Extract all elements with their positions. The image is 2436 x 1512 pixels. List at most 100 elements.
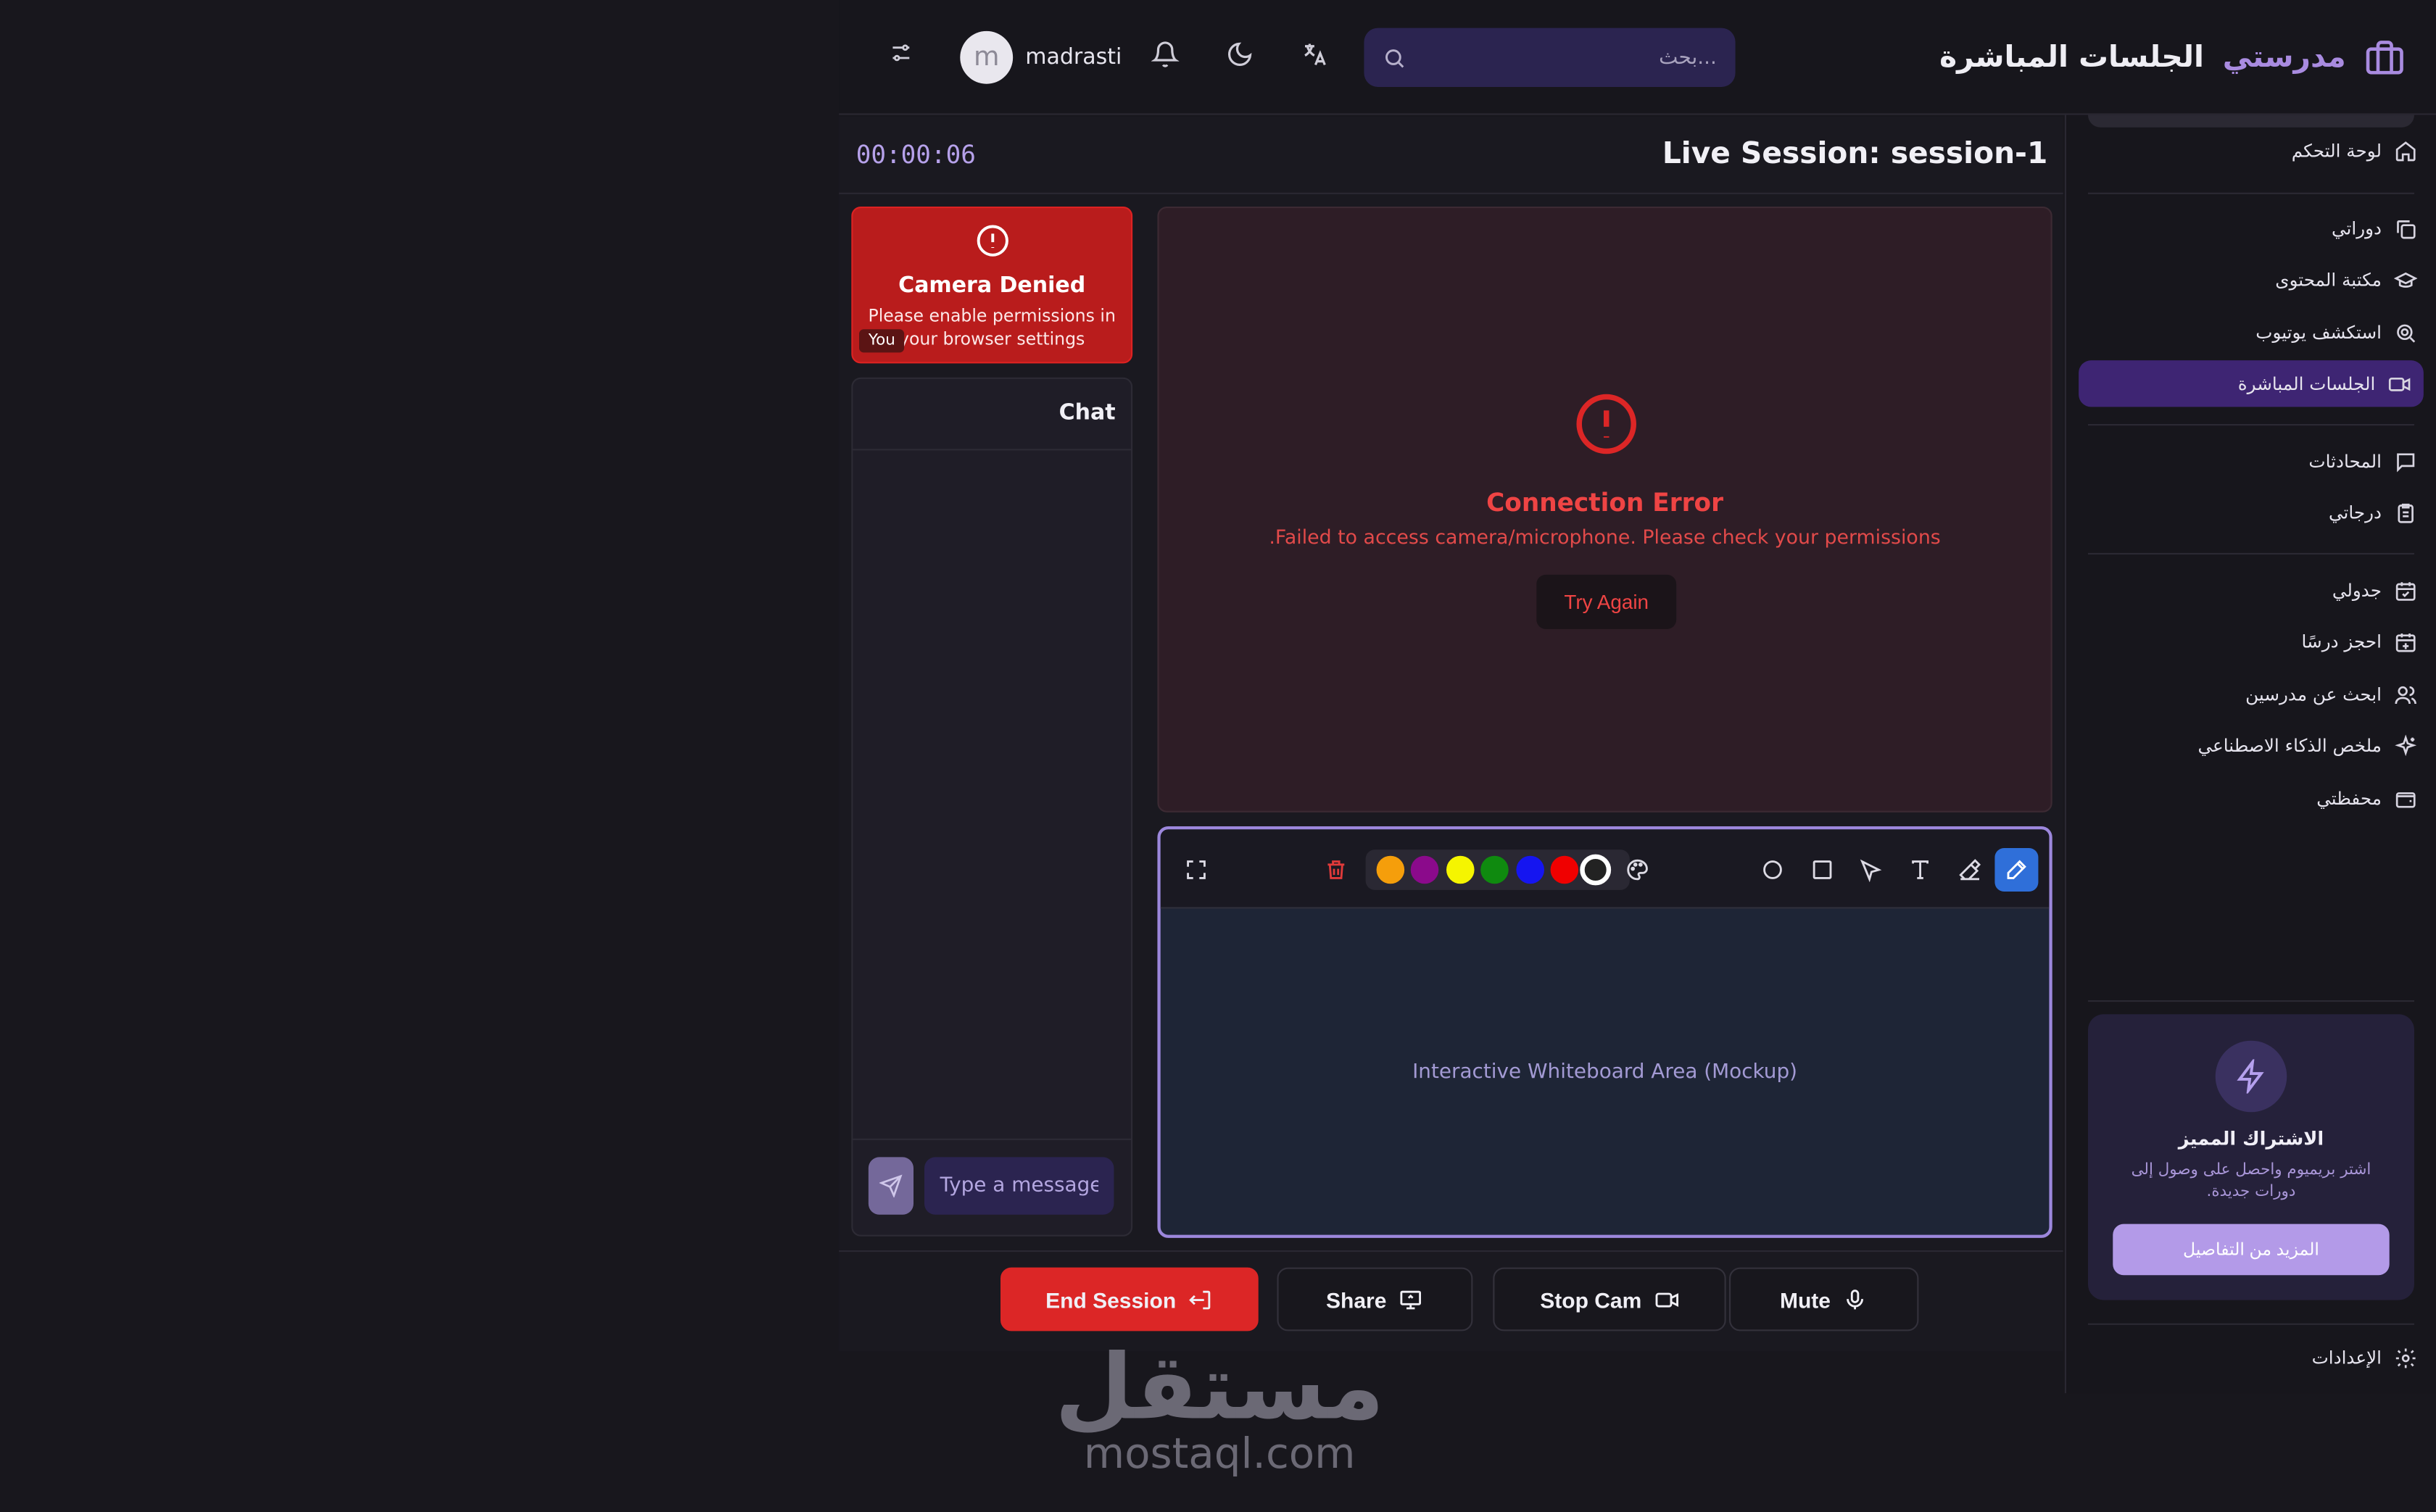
sidebar-item-chats[interactable]: المحادثات bbox=[2308, 438, 2417, 484]
whiteboard-area-text[interactable]: Interactive Whiteboard Area (Mockup) bbox=[1161, 1061, 2050, 1084]
sidebar-item-label: محفظتي bbox=[2316, 787, 2382, 810]
premium-title: الاشتراك المميز bbox=[2178, 1127, 2324, 1150]
connection-error-title: Connection Error bbox=[1486, 487, 1723, 518]
user-menu[interactable]: m madrasti bbox=[960, 30, 1122, 84]
live-session-panel: 00:00:06 Live Session: session-1 Camera … bbox=[839, 116, 2063, 1352]
trash-icon[interactable] bbox=[1314, 848, 1358, 892]
end-session-button[interactable]: End Session bbox=[1000, 1267, 1259, 1332]
search-zoom-icon bbox=[2394, 321, 2417, 344]
stop-cam-label: Stop Cam bbox=[1540, 1287, 1642, 1312]
microphone-icon bbox=[1843, 1287, 1868, 1311]
chat-message-input[interactable] bbox=[924, 1157, 1114, 1215]
fullscreen-icon[interactable] bbox=[1174, 848, 1218, 892]
try-again-button[interactable]: Try Again bbox=[1536, 574, 1677, 629]
sidebar-item-explore-youtube[interactable]: استكشف يوتيوب bbox=[2255, 309, 2417, 355]
color-swatch-green[interactable] bbox=[1480, 855, 1509, 884]
monitor-share-icon bbox=[1399, 1287, 1424, 1311]
sidebar-item-my-courses[interactable]: دوراتي bbox=[2332, 205, 2417, 252]
connection-error-message: .Failed to access camera/microphone. Ple… bbox=[1269, 525, 1941, 549]
username[interactable]: madrasti bbox=[1025, 45, 1122, 70]
copy-icon bbox=[2394, 217, 2417, 240]
color-swatch-orange[interactable] bbox=[1376, 855, 1405, 884]
divider bbox=[2088, 1323, 2414, 1325]
eraser-tool-icon[interactable] bbox=[1948, 848, 1992, 892]
premium-details-button[interactable]: المزيد من التفاصيل bbox=[2113, 1224, 2390, 1276]
sidebar-item-label: استكشف يوتيوب bbox=[2255, 321, 2382, 344]
mute-label: Mute bbox=[1779, 1287, 1831, 1312]
color-swatch-blue[interactable] bbox=[1516, 855, 1544, 884]
stop-camera-button[interactable]: Stop Cam bbox=[1493, 1267, 1726, 1332]
mute-button[interactable]: Mute bbox=[1729, 1267, 1919, 1332]
cursor-tool-icon[interactable] bbox=[1849, 848, 1892, 892]
sidebar-item-live-sessions[interactable]: الجلسات المباشرة bbox=[2079, 360, 2424, 407]
color-swatch-selected[interactable] bbox=[1580, 854, 1612, 886]
rectangle-tool-icon[interactable] bbox=[1801, 848, 1844, 892]
sidebar-item-label: دوراتي bbox=[2331, 217, 2382, 239]
color-swatch-purple[interactable] bbox=[1410, 855, 1439, 884]
session-timer: 00:00:06 bbox=[856, 139, 976, 170]
avatar[interactable]: m bbox=[960, 30, 1014, 84]
graduation-cap-icon bbox=[2394, 268, 2418, 291]
sidebar-item-label: احجز درسًا bbox=[2301, 631, 2382, 652]
brand-name[interactable]: مدرستي bbox=[2223, 41, 2346, 75]
page-title: الجلسات المباشرة bbox=[1939, 40, 2204, 75]
divider bbox=[2088, 552, 2414, 554]
camera-denied-tile: Camera Denied Please enable permissions … bbox=[851, 207, 1133, 364]
circle-tool-icon[interactable] bbox=[1751, 848, 1794, 892]
sidebar: لوحة التحكم دوراتي مكتبة المحتوى استكشف … bbox=[2064, 115, 2436, 1394]
palette-icon[interactable] bbox=[1616, 848, 1660, 892]
chat-panel: Chat bbox=[851, 377, 1133, 1237]
pen-tool-icon[interactable] bbox=[1994, 848, 2039, 892]
sidebar-item-label: الإعدادات bbox=[2311, 1346, 2382, 1368]
chat-footer bbox=[853, 1138, 1131, 1235]
watermark-arabic: مستقل bbox=[1054, 1334, 1388, 1440]
sidebar-item-dashboard[interactable]: لوحة التحكم bbox=[2292, 128, 2418, 174]
translate-icon[interactable] bbox=[1301, 41, 1335, 75]
sidebar-item-wallet[interactable]: محفظتي bbox=[2316, 775, 2417, 821]
whiteboard: Interactive Whiteboard Area (Mockup) bbox=[1157, 826, 2052, 1238]
video-area: Connection Error .Failed to access camer… bbox=[1157, 207, 2052, 813]
sidebar-item-schedule[interactable]: جدولي bbox=[2332, 567, 2417, 613]
watermark: مستقل mostaql.com bbox=[994, 1333, 1444, 1479]
color-swatch-yellow[interactable] bbox=[1446, 855, 1475, 884]
lightning-icon bbox=[2215, 1040, 2287, 1113]
sparkles-icon bbox=[2394, 734, 2417, 757]
calendar-plus-icon bbox=[2394, 630, 2417, 653]
search-input[interactable] bbox=[1406, 46, 1717, 70]
message-icon bbox=[2394, 449, 2417, 473]
divider bbox=[2088, 424, 2414, 426]
send-button[interactable] bbox=[868, 1157, 914, 1215]
color-swatch-red[interactable] bbox=[1550, 855, 1579, 884]
sidebar-item-settings[interactable]: الإعدادات bbox=[2312, 1334, 2418, 1381]
calendar-check-icon bbox=[2394, 578, 2417, 602]
wallet-icon bbox=[2394, 786, 2417, 810]
sidebar-item-label: مكتبة المحتوى bbox=[2275, 268, 2382, 291]
sidebar-item-find-teachers[interactable]: ابحث عن مدرسين bbox=[2245, 671, 2417, 718]
premium-description: اشتر بريميوم واحصل على وصول إلى دورات جد… bbox=[2131, 1161, 2371, 1201]
sidebar-item-label: لوحة التحكم bbox=[2291, 139, 2382, 162]
sidebar-item-content-library[interactable]: مكتبة المحتوى bbox=[2275, 257, 2418, 303]
clipboard-icon bbox=[2394, 501, 2417, 524]
log-out-icon bbox=[1188, 1287, 1213, 1311]
sidebar-item-ai-summary[interactable]: ملخص الذكاء الاصطناعي bbox=[2198, 722, 2418, 768]
sidebar-item-book-lesson[interactable]: احجز درسًا bbox=[2302, 618, 2418, 665]
brand: الجلسات المباشرة مدرستي bbox=[1939, 28, 2405, 87]
sidebar-item-label: ملخص الذكاء الاصطناعي bbox=[2197, 734, 2382, 757]
you-label: You bbox=[859, 329, 905, 353]
premium-card: الاشتراك المميز اشتر بريميوم واحصل على و… bbox=[2088, 1014, 2414, 1300]
sidebar-item-label: درجاتي bbox=[2328, 502, 2382, 524]
text-tool-icon[interactable] bbox=[1899, 848, 1942, 892]
chat-title: Chat bbox=[1058, 400, 1116, 426]
bell-icon[interactable] bbox=[1151, 41, 1185, 75]
moon-icon[interactable] bbox=[1226, 41, 1260, 75]
search-bar[interactable] bbox=[1364, 28, 1736, 87]
sliders-icon[interactable] bbox=[889, 41, 923, 75]
share-screen-button[interactable]: Share bbox=[1277, 1267, 1473, 1332]
gear-icon bbox=[2394, 1346, 2417, 1369]
divider bbox=[2088, 1000, 2414, 1002]
sidebar-item-label: جدولي bbox=[2332, 579, 2382, 602]
sidebar-item-grades[interactable]: درجاتي bbox=[2329, 489, 2417, 536]
top-header: الجلسات المباشرة مدرستي m madrasti bbox=[839, 0, 2436, 115]
camera-denied-title: Camera Denied bbox=[898, 273, 1086, 299]
alert-circle-icon bbox=[1574, 391, 1639, 457]
